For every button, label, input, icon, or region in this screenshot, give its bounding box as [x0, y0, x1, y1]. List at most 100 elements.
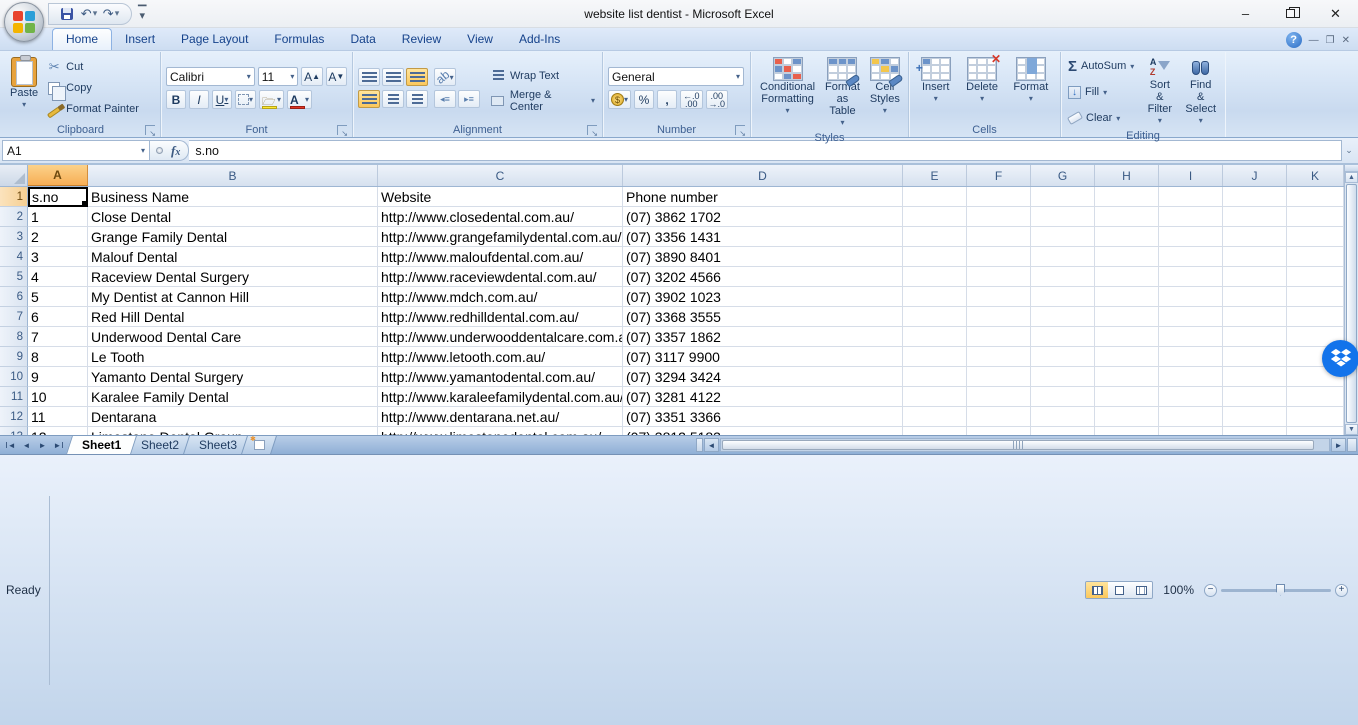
horizontal-scrollbar[interactable]: [720, 438, 1330, 452]
dropbox-badge[interactable]: [1322, 340, 1358, 377]
cell-D5[interactable]: (07) 3202 4566: [623, 267, 903, 287]
align-center-button[interactable]: [382, 90, 404, 108]
number-format-combo[interactable]: General▾: [608, 67, 744, 86]
cell-C2[interactable]: http://www.closedental.com.au/: [378, 207, 623, 227]
cell-H3[interactable]: [1095, 227, 1159, 247]
cell-A1[interactable]: s.no: [28, 187, 88, 207]
cell-A12[interactable]: 11: [28, 407, 88, 427]
decrease-decimal-button[interactable]: .00→.0: [706, 90, 729, 109]
row-header-6[interactable]: 6: [0, 287, 28, 307]
cell-D8[interactable]: (07) 3357 1862: [623, 327, 903, 347]
cell-H12[interactable]: [1095, 407, 1159, 427]
cell-J6[interactable]: [1223, 287, 1287, 307]
cell-I7[interactable]: [1159, 307, 1223, 327]
italic-button[interactable]: I: [189, 90, 209, 109]
font-size-combo[interactable]: 11▾: [258, 67, 299, 86]
scroll-left-icon[interactable]: ◄: [704, 438, 719, 452]
clipboard-dialog-launcher[interactable]: [145, 125, 155, 135]
row-header-9[interactable]: 9: [0, 347, 28, 367]
close-button[interactable]: ✕: [1313, 0, 1358, 27]
shrink-font-button[interactable]: A▼: [326, 67, 347, 86]
find-select-button[interactable]: Find & Select▾: [1181, 55, 1220, 129]
ribbon-tab-insert[interactable]: Insert: [112, 29, 168, 50]
middle-align-button[interactable]: [382, 68, 404, 86]
cell-J7[interactable]: [1223, 307, 1287, 327]
cell-J11[interactable]: [1223, 387, 1287, 407]
cell-F5[interactable]: [967, 267, 1031, 287]
cut-button[interactable]: ✂Cut: [44, 57, 141, 77]
cell-B11[interactable]: Karalee Family Dental: [88, 387, 378, 407]
cell-D13[interactable]: (07) 3812 5183: [623, 427, 903, 435]
cell-F10[interactable]: [967, 367, 1031, 387]
cell-D2[interactable]: (07) 3862 1702: [623, 207, 903, 227]
cell-H7[interactable]: [1095, 307, 1159, 327]
cell-C1[interactable]: Website: [378, 187, 623, 207]
ribbon-tab-formulas[interactable]: Formulas: [261, 29, 337, 50]
cell-G10[interactable]: [1031, 367, 1095, 387]
cell-H2[interactable]: [1095, 207, 1159, 227]
bottom-align-button[interactable]: [406, 68, 428, 86]
cell-K4[interactable]: [1287, 247, 1344, 267]
cell-I9[interactable]: [1159, 347, 1223, 367]
cell-F9[interactable]: [967, 347, 1031, 367]
cell-C12[interactable]: http://www.dentarana.net.au/: [378, 407, 623, 427]
cell-J12[interactable]: [1223, 407, 1287, 427]
cell-F11[interactable]: [967, 387, 1031, 407]
cell-H5[interactable]: [1095, 267, 1159, 287]
cell-H10[interactable]: [1095, 367, 1159, 387]
cell-D9[interactable]: (07) 3117 9900: [623, 347, 903, 367]
cell-C9[interactable]: http://www.letooth.com.au/: [378, 347, 623, 367]
cell-C3[interactable]: http://www.grangefamilydental.com.au/: [378, 227, 623, 247]
cell-I12[interactable]: [1159, 407, 1223, 427]
name-box-arrow-icon[interactable]: ▾: [141, 146, 145, 155]
last-sheet-icon[interactable]: ►Ⅰ: [51, 438, 66, 453]
cell-D11[interactable]: (07) 3281 4122: [623, 387, 903, 407]
cell-K1[interactable]: [1287, 187, 1344, 207]
cell-J8[interactable]: [1223, 327, 1287, 347]
column-header-G[interactable]: G: [1031, 165, 1095, 186]
row-header-2[interactable]: 2: [0, 207, 28, 227]
next-sheet-icon[interactable]: ►: [35, 438, 50, 453]
cell-A5[interactable]: 4: [28, 267, 88, 287]
ribbon-tab-home[interactable]: Home: [52, 28, 112, 50]
cell-K13[interactable]: [1287, 427, 1344, 435]
align-right-button[interactable]: [406, 90, 428, 108]
ribbon-tab-data[interactable]: Data: [337, 29, 388, 50]
ribbon-restore-icon[interactable]: ❐: [1326, 35, 1335, 46]
prev-sheet-icon[interactable]: ◄: [19, 438, 34, 453]
cell-J9[interactable]: [1223, 347, 1287, 367]
cell-G12[interactable]: [1031, 407, 1095, 427]
comma-style-button[interactable]: ,: [657, 90, 677, 109]
cell-A2[interactable]: 1: [28, 207, 88, 227]
cell-A3[interactable]: 2: [28, 227, 88, 247]
decrease-indent-button[interactable]: ◂≡: [434, 90, 456, 108]
cell-I6[interactable]: [1159, 287, 1223, 307]
grow-font-button[interactable]: A▲: [301, 67, 322, 86]
cell-B4[interactable]: Malouf Dental: [88, 247, 378, 267]
cell-D4[interactable]: (07) 3890 8401: [623, 247, 903, 267]
help-icon[interactable]: ?: [1286, 32, 1302, 48]
cell-K11[interactable]: [1287, 387, 1344, 407]
cell-A7[interactable]: 6: [28, 307, 88, 327]
cell-E13[interactable]: [903, 427, 967, 435]
horizontal-scroll-thumb[interactable]: [722, 440, 1314, 450]
column-header-H[interactable]: H: [1095, 165, 1159, 186]
accounting-format-button[interactable]: $▾: [608, 90, 631, 109]
cell-C8[interactable]: http://www.underwooddentalcare.com.au/: [378, 327, 623, 347]
cell-I13[interactable]: [1159, 427, 1223, 435]
cell-B5[interactable]: Raceview Dental Surgery: [88, 267, 378, 287]
cell-B3[interactable]: Grange Family Dental: [88, 227, 378, 247]
cell-F12[interactable]: [967, 407, 1031, 427]
cell-A8[interactable]: 7: [28, 327, 88, 347]
zoom-in-icon[interactable]: +: [1335, 584, 1348, 597]
zoom-out-icon[interactable]: −: [1204, 584, 1217, 597]
cell-E6[interactable]: [903, 287, 967, 307]
split-handle[interactable]: [1345, 165, 1358, 172]
cell-F6[interactable]: [967, 287, 1031, 307]
copy-button[interactable]: Copy: [44, 78, 141, 98]
clear-button[interactable]: Clear▾: [1066, 108, 1136, 128]
cell-A6[interactable]: 5: [28, 287, 88, 307]
cell-I2[interactable]: [1159, 207, 1223, 227]
cell-F2[interactable]: [967, 207, 1031, 227]
vertical-scroll-thumb[interactable]: [1346, 184, 1357, 422]
